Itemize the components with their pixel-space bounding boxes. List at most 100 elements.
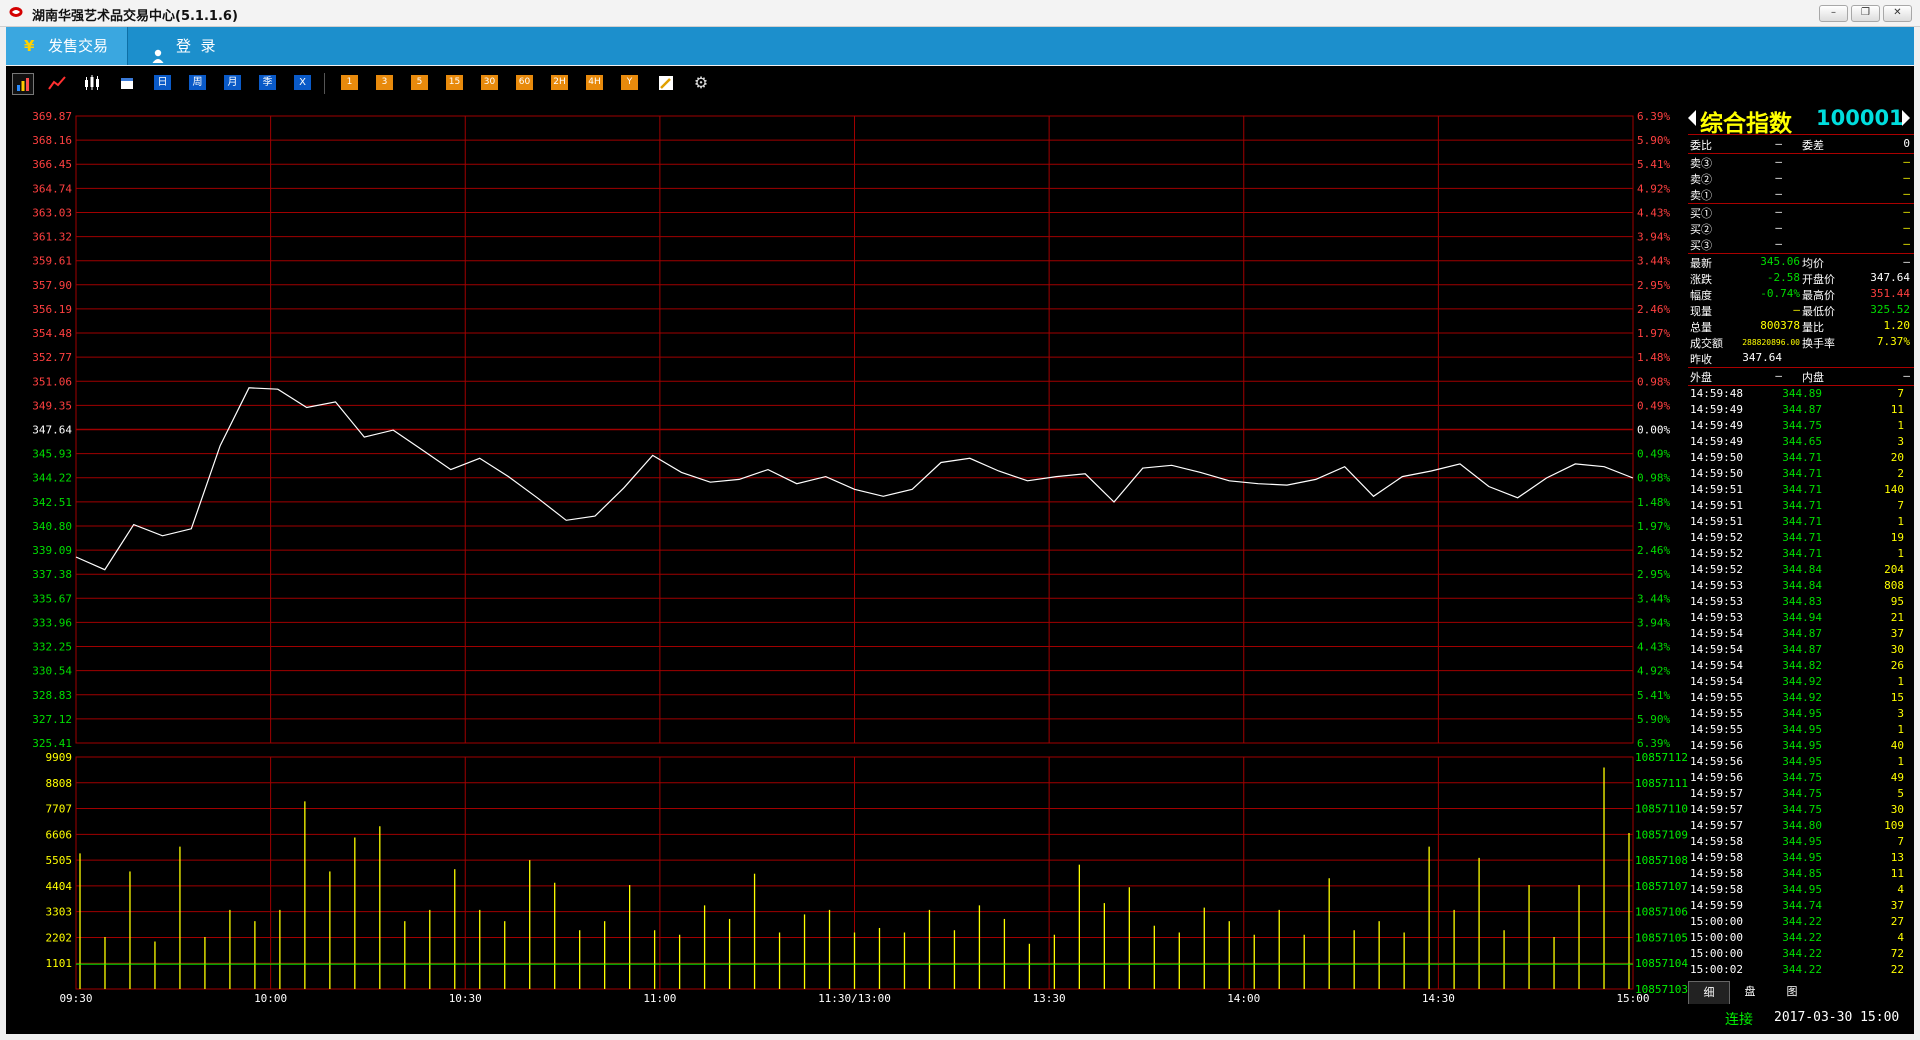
trade-time: 14:59:57 <box>1690 787 1743 800</box>
tab-orderbook[interactable]: 盘 <box>1730 981 1770 1003</box>
price-tick-label: 349.35 <box>32 399 72 412</box>
trade-volume: 49 <box>1890 771 1904 784</box>
trade-time: 14:59:55 <box>1690 691 1743 704</box>
time-tick-label: 14:00 <box>1227 992 1260 1004</box>
divider <box>1688 385 1914 386</box>
trade-tick-row: 14:59:55 344.92 15 <box>1690 691 1912 706</box>
stat-label: 量比 <box>1802 321 1824 334</box>
ask-price: — <box>1775 187 1782 200</box>
trade-tick-row: 14:59:50 344.71 2 <box>1690 467 1912 482</box>
stat-label: 均价 <box>1802 257 1824 270</box>
period-custom-button[interactable]: X <box>294 75 311 90</box>
line-chart-icon[interactable] <box>47 73 67 93</box>
trade-tick-row: 14:59:49 344.75 1 <box>1690 419 1912 434</box>
tab-sale-label: 发售交易 <box>48 37 109 55</box>
price-tick-label: 339.09 <box>32 544 72 557</box>
stat-value: 325.52 <box>1870 303 1910 316</box>
period-season-button[interactable]: 季 <box>259 75 276 90</box>
maximize-button[interactable]: ❐ <box>1851 5 1880 22</box>
bid-volume: — <box>1903 237 1910 250</box>
draw-tool-icon[interactable] <box>656 73 676 93</box>
trade-price: 344.22 <box>1782 963 1822 976</box>
pct-tick-label: 6.39% <box>1637 737 1670 750</box>
trade-price: 344.80 <box>1782 819 1822 832</box>
trade-price: 344.74 <box>1782 899 1822 912</box>
quote-bottom-tabs: 细 盘 图 <box>1688 981 1914 1005</box>
trade-volume: 5 <box>1897 787 1904 800</box>
minimize-button[interactable]: – <box>1819 5 1848 22</box>
trade-price: 344.95 <box>1782 851 1822 864</box>
settings-gear-icon[interactable]: ⚙ <box>691 73 711 93</box>
tab-chart[interactable]: 图 <box>1772 981 1812 1003</box>
pct-tick-label: 3.44% <box>1637 592 1670 605</box>
pct-tick-label: 0.49% <box>1637 448 1670 461</box>
volume-right-tick-label: 10857112 <box>1635 751 1688 764</box>
bar-chart-icon[interactable] <box>12 73 34 95</box>
trade-volume: 22 <box>1890 963 1904 976</box>
ask-volume: — <box>1903 155 1910 168</box>
candlestick-icon[interactable] <box>82 73 102 93</box>
year-button[interactable]: Y <box>621 75 638 90</box>
trade-time: 14:59:55 <box>1690 723 1743 736</box>
bid-price: — <box>1775 221 1782 234</box>
price-tick-label: 369.87 <box>32 110 72 123</box>
tab-login[interactable]: 登 录 <box>146 27 236 65</box>
period-month-button[interactable]: 月 <box>224 75 241 90</box>
trade-time: 14:59:49 <box>1690 403 1743 416</box>
trade-time: 14:59:54 <box>1690 643 1743 656</box>
close-button[interactable]: ✕ <box>1883 5 1912 22</box>
trade-tick-row: 14:59:59 344.74 37 <box>1690 899 1912 914</box>
trade-volume: 204 <box>1884 563 1904 576</box>
trade-volume: 3 <box>1897 435 1904 448</box>
next-symbol-arrow-icon[interactable] <box>1902 110 1910 126</box>
trade-volume: 37 <box>1890 627 1904 640</box>
stat-row: 成交额 288820896.00 换手率 7.37% <box>1690 335 1912 350</box>
trade-tick-row: 14:59:56 344.75 49 <box>1690 771 1912 786</box>
ask-level-row: 卖① — — <box>1690 187 1912 202</box>
trade-price: 344.71 <box>1782 499 1822 512</box>
minute-5-button[interactable]: 5 <box>411 75 428 90</box>
trade-time: 14:59:59 <box>1690 899 1743 912</box>
pct-tick-label: 4.43% <box>1637 206 1670 219</box>
minute-1-button[interactable]: 1 <box>341 75 358 90</box>
pct-tick-label: 5.90% <box>1637 713 1670 726</box>
minute-60-button[interactable]: 60 <box>516 75 533 90</box>
trade-volume: 1 <box>1897 675 1904 688</box>
weibi-value: — <box>1775 137 1782 150</box>
tab-sale-trading[interactable]: ¥ 发售交易 <box>6 27 128 65</box>
trade-volume: 13 <box>1890 851 1904 864</box>
minute-30-button[interactable]: 30 <box>481 75 498 90</box>
hour-2-button[interactable]: 2H <box>551 75 568 90</box>
weibi-label: 委比 <box>1690 139 1712 152</box>
trade-volume: 19 <box>1890 531 1904 544</box>
trade-price: 344.71 <box>1782 451 1822 464</box>
tab-detail[interactable]: 细 <box>1688 981 1730 1005</box>
trade-price: 344.75 <box>1782 803 1822 816</box>
trade-tick-row: 14:59:50 344.71 20 <box>1690 451 1912 466</box>
stat-value: — <box>1793 303 1800 316</box>
trade-time: 14:59:55 <box>1690 707 1743 720</box>
stat-value: 288820896.00 <box>1742 338 1800 347</box>
index-code: 100001 <box>1816 106 1904 130</box>
stat-value: 347.64 <box>1870 271 1910 284</box>
pct-tick-label: 2.46% <box>1637 544 1670 557</box>
period-week-button[interactable]: 周 <box>189 75 206 90</box>
stat-row: 最新 345.06 均价 — <box>1690 255 1912 270</box>
trade-price: 344.95 <box>1782 835 1822 848</box>
outer-label: 外盘 <box>1690 371 1712 384</box>
prev-close-row: 昨收 347.64 <box>1690 351 1912 366</box>
period-day-button[interactable]: 日 <box>154 75 171 90</box>
trade-time: 14:59:53 <box>1690 579 1743 592</box>
trade-time: 14:59:51 <box>1690 483 1743 496</box>
calendar-icon[interactable] <box>117 73 137 93</box>
stat-value: -0.74% <box>1760 287 1800 300</box>
hour-4-button[interactable]: 4H <box>586 75 603 90</box>
bid-price: — <box>1775 205 1782 218</box>
minute-3-button[interactable]: 3 <box>376 75 393 90</box>
trade-price: 344.95 <box>1782 883 1822 896</box>
trade-volume: 7 <box>1897 835 1904 848</box>
minute-15-button[interactable]: 15 <box>446 75 463 90</box>
inner-label: 内盘 <box>1802 371 1824 384</box>
trade-volume: 20 <box>1890 451 1904 464</box>
prev-symbol-arrow-icon[interactable] <box>1688 110 1696 126</box>
